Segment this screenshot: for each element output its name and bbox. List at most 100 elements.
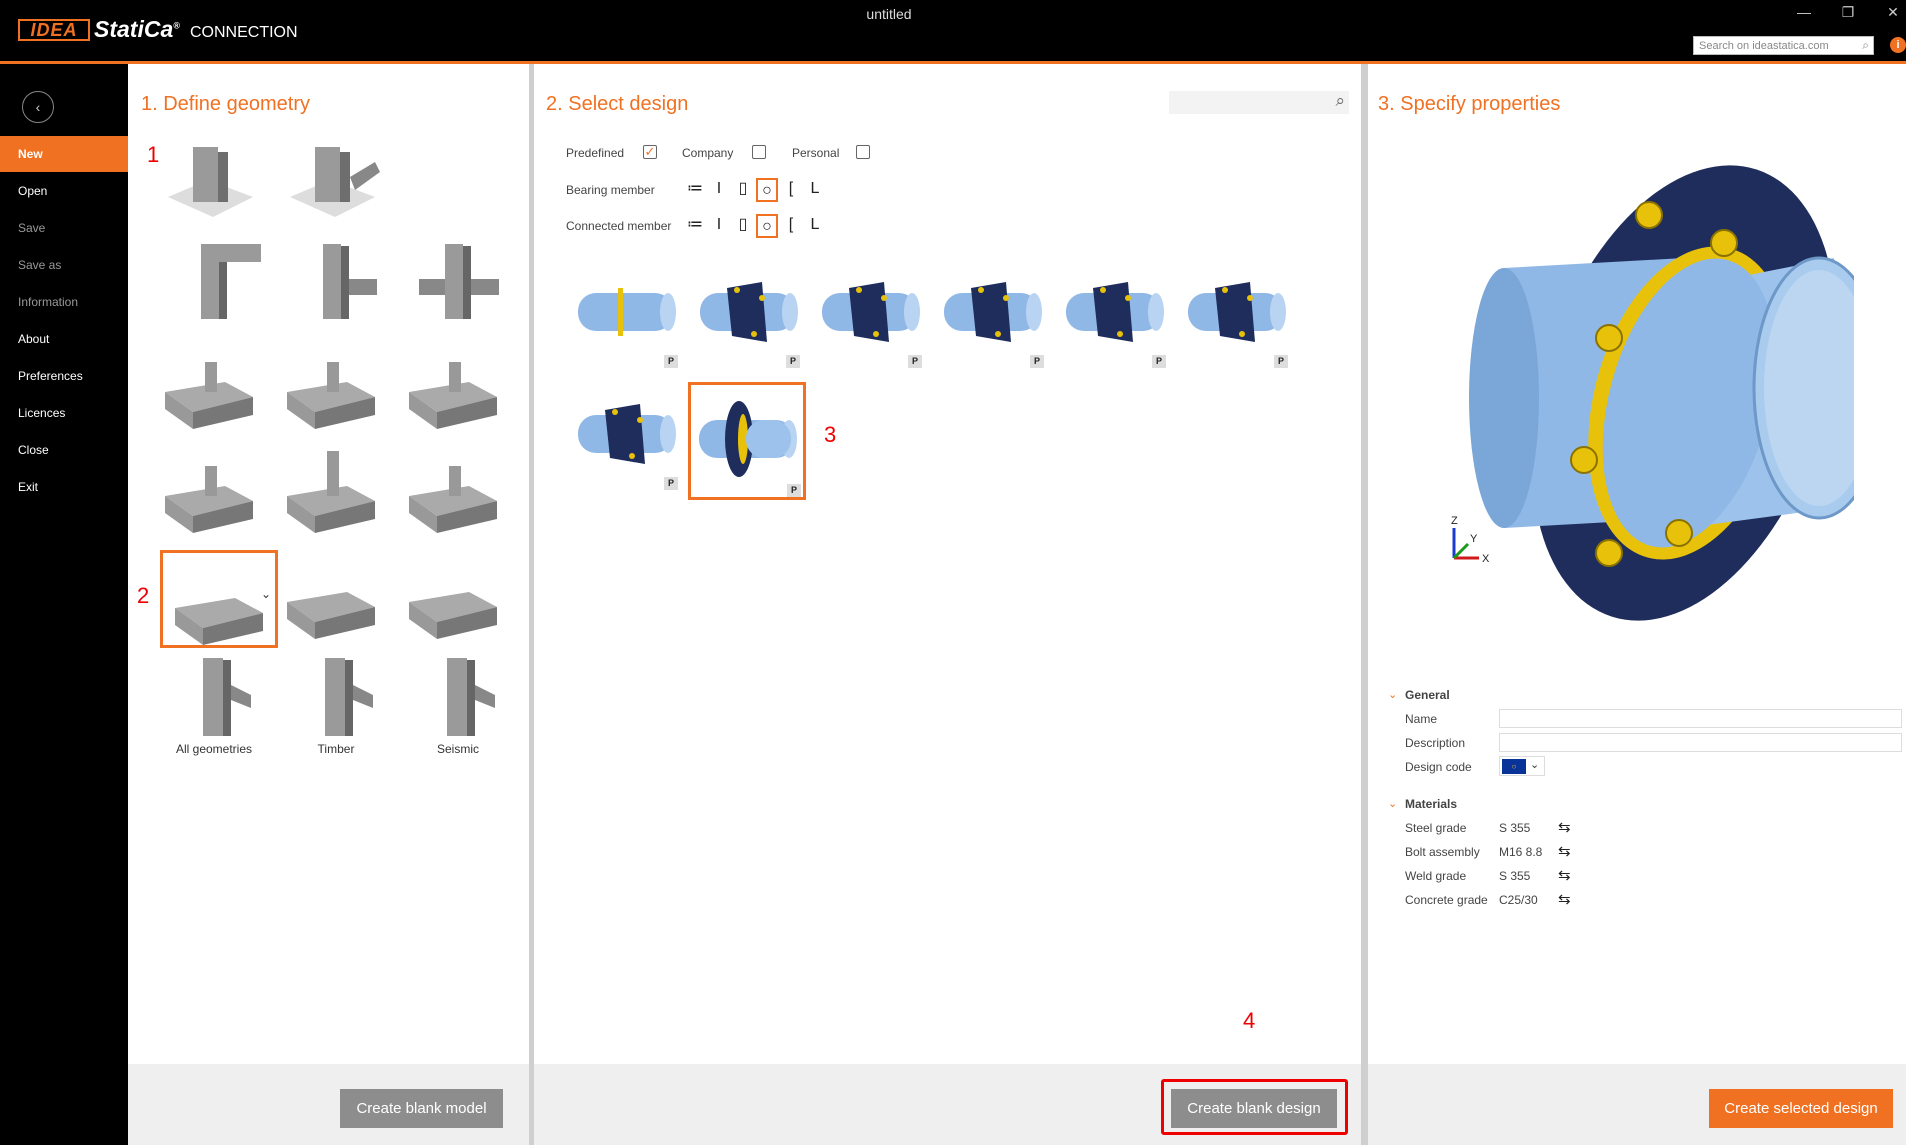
company-checkbox[interactable] xyxy=(752,145,766,159)
panel-divider[interactable] xyxy=(1361,64,1368,1145)
materials-chevron-icon[interactable]: ⌄ xyxy=(1388,797,1397,810)
general-chevron-icon[interactable]: ⌄ xyxy=(1388,688,1397,701)
geometry-option[interactable] xyxy=(397,441,519,541)
name-input[interactable] xyxy=(1499,709,1902,728)
product-name: CONNECTION xyxy=(190,24,298,41)
create-blank-design-button[interactable]: Create blank design xyxy=(1171,1089,1337,1128)
sidebar-item-about[interactable]: About xyxy=(0,321,128,357)
pipe-connection-icon xyxy=(578,404,676,464)
angle-section-icon[interactable]: L xyxy=(804,214,826,238)
geometry-thumbnail-icon xyxy=(325,658,373,736)
geometry-option[interactable]: All geometries xyxy=(153,650,275,756)
geometry-option[interactable] xyxy=(397,547,519,647)
sidebar-item-information[interactable]: Information xyxy=(0,284,128,320)
pipe-connection-icon xyxy=(578,288,676,336)
i-section-section-icon[interactable]: I xyxy=(708,178,730,202)
swap-arrows-icon[interactable]: ⇆ xyxy=(1558,890,1571,908)
rectangular-section-icon[interactable]: ▯ xyxy=(732,178,754,202)
material-value[interactable]: S 355 xyxy=(1499,869,1530,883)
sidebar-item-exit[interactable]: Exit xyxy=(0,469,128,505)
geometry-thumbnail-icon xyxy=(447,658,495,736)
info-icon[interactable]: i xyxy=(1890,37,1906,53)
channel-section-icon[interactable]: [ xyxy=(780,214,802,238)
create-blank-model-button[interactable]: Create blank model xyxy=(340,1089,503,1128)
sidebar-item-preferences[interactable]: Preferences xyxy=(0,358,128,394)
restore-button[interactable]: ❐ xyxy=(1836,4,1860,21)
geometry-option[interactable] xyxy=(153,132,275,232)
annotation-4: 4 xyxy=(1243,1008,1256,1033)
description-input[interactable] xyxy=(1499,733,1902,752)
design-option[interactable]: P xyxy=(936,268,1046,368)
name-label: Name xyxy=(1405,712,1438,726)
sidebar-item-open[interactable]: Open xyxy=(0,173,128,209)
connected-member-label: Connected member xyxy=(566,219,672,233)
logo-idea: IDEA xyxy=(18,19,90,41)
back-button[interactable]: ‹ xyxy=(22,91,54,123)
search-icon: ⌕ xyxy=(1862,38,1869,52)
sidebar-item-close[interactable]: Close xyxy=(0,432,128,468)
geometry-option[interactable]: Seismic xyxy=(397,650,519,756)
geometry-option[interactable] xyxy=(275,547,397,647)
channel-section-icon[interactable]: [ xyxy=(780,178,802,202)
pipe-connection-icon xyxy=(944,282,1042,342)
bearing-member-filter: ≔ I ▯ ○[L xyxy=(684,178,826,202)
material-label: Bolt assembly xyxy=(1405,845,1480,859)
swap-arrows-icon[interactable]: ⇆ xyxy=(1558,818,1571,836)
circular-section-icon[interactable]: ○ xyxy=(756,214,778,238)
design-option[interactable]: P xyxy=(814,268,924,368)
geometry-thumbnail-icon xyxy=(323,244,377,319)
design-option[interactable]: P xyxy=(688,382,806,500)
create-selected-design-button[interactable]: Create selected design xyxy=(1709,1089,1893,1128)
chevron-down-icon[interactable]: ⌄ xyxy=(261,587,271,601)
sidebar-item-save[interactable]: Save xyxy=(0,210,128,246)
predefined-badge: P xyxy=(664,355,678,368)
geometry-option[interactable] xyxy=(275,441,397,541)
geometry-option[interactable]: Timber xyxy=(275,650,397,756)
connection-3d-view[interactable]: Z Y X xyxy=(1434,148,1854,638)
geometry-option[interactable]: ⌄ xyxy=(160,550,278,648)
sidebar-item-save-as[interactable]: Save as xyxy=(0,247,128,283)
all-section-icon[interactable]: ≔ xyxy=(684,214,706,238)
general-heading[interactable]: General xyxy=(1405,688,1450,702)
properties-footer: Create selected design xyxy=(1368,1064,1906,1145)
rectangular-section-icon[interactable]: ▯ xyxy=(732,214,754,238)
design-option[interactable]: P xyxy=(570,268,680,368)
design-option[interactable]: P xyxy=(570,390,680,490)
design-option[interactable]: P xyxy=(692,268,802,368)
personal-checkbox[interactable] xyxy=(856,145,870,159)
geometry-thumbnail-icon xyxy=(409,362,497,429)
material-value[interactable]: C25/30 xyxy=(1499,893,1538,907)
swap-arrows-icon[interactable]: ⇆ xyxy=(1558,866,1571,884)
predefined-checkbox[interactable]: ✓ xyxy=(643,145,657,159)
geometry-option[interactable] xyxy=(397,234,519,334)
filter-personal-label: Personal xyxy=(792,146,840,160)
geometry-option[interactable] xyxy=(397,337,519,437)
geometry-option[interactable] xyxy=(153,441,275,541)
material-value[interactable]: S 355 xyxy=(1499,821,1530,835)
geometry-option[interactable] xyxy=(275,234,397,334)
swap-arrows-icon[interactable]: ⇆ xyxy=(1558,842,1571,860)
design-code-select[interactable]: ○ ⌄ xyxy=(1499,756,1545,776)
material-value[interactable]: M16 8.8 xyxy=(1499,845,1542,859)
geometry-option[interactable] xyxy=(153,337,275,437)
i-section-section-icon[interactable]: I xyxy=(708,214,730,238)
geometry-option[interactable] xyxy=(153,234,275,334)
sidebar-item-licences[interactable]: Licences xyxy=(0,395,128,431)
design-search-input[interactable]: ⌕ xyxy=(1169,91,1349,114)
geometry-option[interactable] xyxy=(275,132,397,232)
close-button[interactable]: ✕ xyxy=(1881,4,1905,21)
design-option[interactable]: P xyxy=(1180,268,1290,368)
geometry-thumbnail-icon xyxy=(287,451,375,533)
sidebar-item-new[interactable]: New xyxy=(0,136,128,172)
web-search-input[interactable]: Search on ideastatica.com ⌕ xyxy=(1693,36,1874,55)
pipe-connection-icon xyxy=(700,282,798,342)
minimize-button[interactable]: — xyxy=(1792,4,1816,20)
circular-section-icon[interactable]: ○ xyxy=(756,178,778,202)
geometry-option[interactable] xyxy=(275,337,397,437)
materials-heading[interactable]: Materials xyxy=(1405,797,1457,811)
angle-section-icon[interactable]: L xyxy=(804,178,826,202)
predefined-badge: P xyxy=(664,477,678,490)
pipe-connection-icon xyxy=(699,401,797,477)
design-option[interactable]: P xyxy=(1058,268,1168,368)
all-section-icon[interactable]: ≔ xyxy=(684,178,706,202)
